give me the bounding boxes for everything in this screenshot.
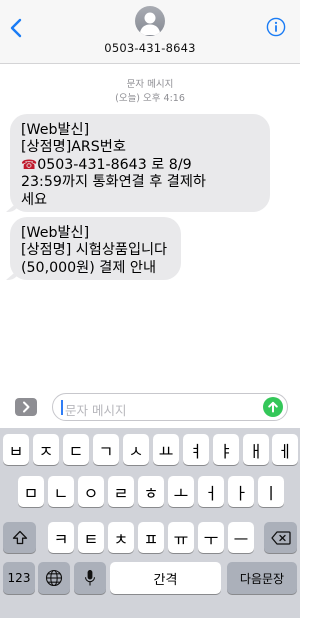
key[interactable]: ㅜ xyxy=(198,522,224,553)
message-line: 세요 xyxy=(21,191,48,208)
key[interactable]: ㅅ xyxy=(123,434,149,465)
arrow-up-icon xyxy=(268,401,278,413)
numbers-key[interactable]: 123 xyxy=(3,562,35,594)
info-icon xyxy=(266,17,286,37)
key[interactable]: ㅈ xyxy=(33,434,59,465)
key[interactable]: ㄷ xyxy=(63,434,89,465)
key[interactable]: ㅡ xyxy=(228,522,254,553)
message-line: 23:59까지 통화연결 후 결제하 xyxy=(21,174,206,191)
chevron-left-icon xyxy=(10,18,22,38)
key[interactable]: ㅐ xyxy=(243,434,269,465)
chevron-right-icon xyxy=(23,401,30,413)
message-line: [상점명]ARS번호 xyxy=(21,139,126,156)
info-button[interactable] xyxy=(266,17,286,37)
message-input-placeholder: 문자 메시지 xyxy=(65,403,127,418)
globe-icon xyxy=(45,569,63,587)
key[interactable]: ㅛ xyxy=(153,434,179,465)
key[interactable]: ㅑ xyxy=(213,434,239,465)
key[interactable]: ㅌ xyxy=(78,522,104,553)
message-timestamp: (오늘) 오후 4:16 xyxy=(115,93,185,104)
message-line: [Web발신] xyxy=(21,225,90,241)
key[interactable]: ㅠ xyxy=(168,522,194,553)
key[interactable]: ㄴ xyxy=(48,476,74,507)
delete-key[interactable] xyxy=(264,522,297,553)
message-line: ☎0503-431-8643 로 8/9 xyxy=(21,157,260,174)
microphone-icon xyxy=(84,570,96,586)
key[interactable]: ㅇ xyxy=(78,476,104,507)
message-bubble[interactable]: [Web발신] [상점명]ARS번호 ☎0503-431-8643 로 8/9 … xyxy=(10,114,270,212)
key[interactable]: ㄹ xyxy=(108,476,134,507)
shift-key[interactable] xyxy=(3,522,36,553)
person-silhouette-icon xyxy=(139,12,161,35)
dictation-key[interactable] xyxy=(74,562,106,594)
message-line: [상점명] 시험상품입니다 xyxy=(21,242,168,259)
back-button[interactable] xyxy=(6,16,26,40)
contact-number[interactable]: 0503-431-8643 xyxy=(0,41,300,55)
key[interactable]: ㅍ xyxy=(138,522,164,553)
telephone-icon: ☎ xyxy=(21,157,38,173)
message-line: (50,000원) 결제 안내 xyxy=(21,259,156,276)
key[interactable]: ㅊ xyxy=(108,522,134,553)
phone-number-link[interactable]: 0503-431-8643 로 8/9 xyxy=(37,157,191,173)
key[interactable]: ㅁ xyxy=(18,476,44,507)
key[interactable]: ㅕ xyxy=(183,434,209,465)
key[interactable]: ㅋ xyxy=(48,522,74,553)
delete-icon xyxy=(270,530,291,545)
apps-button[interactable] xyxy=(15,398,37,416)
key[interactable]: ㅓ xyxy=(198,476,224,507)
conversation-header: 0503-431-8643 xyxy=(0,0,300,64)
keyboard: ㅂ ㅈ ㄷ ㄱ ㅅ ㅛ ㅕ ㅑ ㅐ ㅔ ㅁ ㄴ ㅇ ㄹ ㅎ ㅗ ㅓ ㅏ ㅣ ㅋ … xyxy=(0,428,300,618)
message-line: [Web발신] xyxy=(21,122,90,138)
key[interactable]: ㄱ xyxy=(93,434,119,465)
key[interactable]: ㅔ xyxy=(272,434,298,465)
space-key[interactable]: 간격 xyxy=(110,562,221,594)
key[interactable]: ㅎ xyxy=(138,476,164,507)
message-type-label: 문자 메시지 xyxy=(126,79,174,90)
message-bubble[interactable]: [Web발신] [상점명] 시험상품입니다 (50,000원) 결제 안내 xyxy=(10,217,181,280)
shift-icon xyxy=(12,530,27,545)
text-cursor xyxy=(61,400,63,415)
key[interactable]: ㅗ xyxy=(168,476,194,507)
send-button[interactable] xyxy=(263,397,283,417)
key[interactable]: ㅣ xyxy=(258,476,284,507)
key[interactable]: ㅂ xyxy=(3,434,29,465)
key[interactable]: ㅏ xyxy=(228,476,254,507)
globe-key[interactable] xyxy=(38,562,70,594)
return-key[interactable]: 다음문장 xyxy=(227,562,297,594)
message-input[interactable]: 문자 메시지 xyxy=(52,393,288,421)
avatar[interactable] xyxy=(135,6,165,36)
